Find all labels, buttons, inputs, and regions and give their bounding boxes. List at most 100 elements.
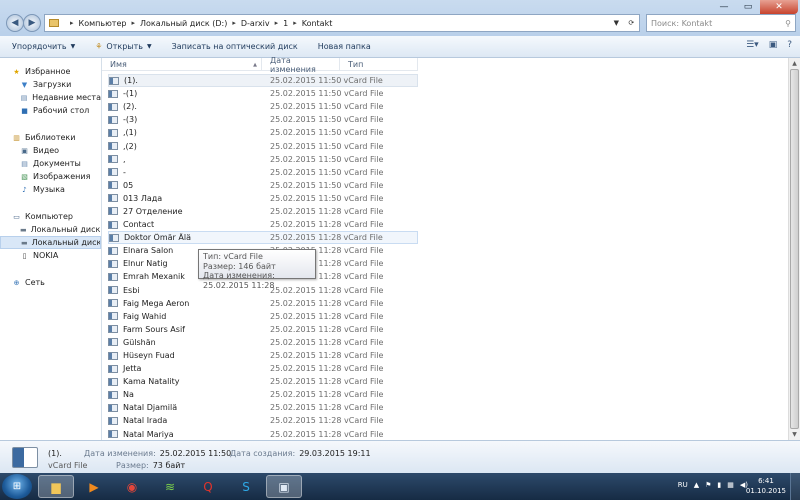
scroll-thumb[interactable] [790,69,799,429]
search-input[interactable]: Поиск: Kontakt ⚲ [646,14,796,32]
table-row[interactable]: -(3) 25.02.2015 11:50 vCard File [108,113,418,126]
nav-network[interactable]: ⊕ Сеть [0,276,101,289]
taskbar-skype[interactable]: S [228,475,264,498]
table-row[interactable]: 05 25.02.2015 11:50 vCard File [108,179,418,192]
nav-downloads[interactable]: ▼ Загрузки [0,78,101,91]
scroll-down-icon[interactable]: ▼ [789,429,800,440]
breadcrumb-separator-icon[interactable]: ▸ [131,19,135,27]
language-indicator[interactable]: RU [678,481,688,489]
navigation-pane: ★ Избранное ▼ Загрузки ▤ Недавние места ■ Ра… [0,58,102,440]
table-row[interactable]: Jetta 25.02.2015 11:28 vCard File [108,362,418,375]
clock[interactable]: 6:41 01.10.2015 [746,476,786,496]
chevron-down-icon[interactable]: ▼ [614,19,619,27]
table-row[interactable]: Natal Djamilä 25.02.2015 11:28 vCard File [108,401,418,414]
open-button[interactable]: ⚘ Открыть ▼ [95,42,151,51]
table-row[interactable]: 27 Отделение 25.02.2015 11:28 vCard File [108,205,418,218]
preview-pane-icon[interactable]: ▣ [769,40,778,50]
table-row[interactable]: ,(1) 25.02.2015 11:50 vCard File [108,126,418,139]
start-button[interactable]: ⊞ [2,474,32,499]
nav-music[interactable]: ♪ Музыка [0,183,101,196]
new-folder-button[interactable]: Новая папка [318,42,371,51]
taskbar-app[interactable]: ▣ [266,475,302,498]
breadcrumb-separator-icon[interactable]: ▸ [275,19,279,27]
taskbar-network-app[interactable]: ≋ [152,475,188,498]
nav-video[interactable]: ▣ Видео [0,144,101,157]
breadcrumb-1[interactable]: 1 [283,19,288,28]
column-type[interactable]: Тип [340,58,418,71]
table-row[interactable]: Kama Natality 25.02.2015 11:28 vCard File [108,375,418,388]
table-row[interactable]: - 25.02.2015 11:50 vCard File [108,166,418,179]
table-row[interactable]: Natal Irada 25.02.2015 11:28 vCard File [108,414,418,427]
nav-computer[interactable]: ▭ Компьютер [0,210,101,223]
nav-desktop[interactable]: ■ Рабочий стол [0,104,101,117]
column-name-label: Имя [110,60,127,69]
maximize-button[interactable]: ▭ [736,0,760,14]
table-row[interactable]: (1). 25.02.2015 11:50 vCard File [108,74,418,88]
file-date: 25.02.2015 11:50 [270,115,342,125]
search-icon: ⚲ [785,18,791,28]
breadcrumb-separator-icon[interactable]: ▸ [232,19,236,27]
nav-images[interactable]: ▧ Изображения [0,170,101,183]
minimize-button[interactable]: — [712,0,736,14]
system-tray: RU ▲ ⚑ ▮ ▦ ◀) [678,481,748,489]
close-button[interactable]: ✕ [760,0,798,14]
power-icon[interactable]: ▮ [717,481,721,489]
table-row[interactable]: Faig Wahid 25.02.2015 11:28 vCard File [108,310,418,323]
table-row[interactable]: Faig Mega Aeron 25.02.2015 11:28 vCard Fil… [108,297,418,310]
file-name-text: Elnur Natig [123,259,168,269]
help-icon[interactable]: ? [787,40,792,50]
flag-icon[interactable]: ⚑ [705,481,711,489]
vcard-icon [108,416,118,425]
table-row[interactable]: Gülshän 25.02.2015 11:28 vCard File [108,336,418,349]
chrome-icon: ◉ [126,479,138,494]
back-button[interactable]: ◀ [6,14,24,32]
show-desktop-button[interactable] [790,473,800,500]
table-row[interactable]: Contact 25.02.2015 11:28 vCard File [108,218,418,231]
breadcrumb-separator-icon[interactable]: ▸ [70,19,74,27]
nav-disk-d[interactable]: ▬Локальный диск (D [0,236,101,249]
scrollbar[interactable]: ▲ ▼ [788,58,800,440]
table-row[interactable]: Doktor Ömär Älä 25.02.2015 11:28 vCard Fil… [108,231,418,245]
breadcrumb-d-arxiv[interactable]: D-arxiv [241,19,270,28]
breadcrumb-disk-d[interactable]: Локальный диск (D:) [140,19,227,28]
address-bar[interactable]: ▸ Компьютер ▸ Локальный диск (D:) ▸ D-ar… [44,14,640,32]
table-row[interactable]: Natal Mariya 25.02.2015 11:28 vCard File [108,428,418,441]
table-row[interactable]: Hüseyn Fuad 25.02.2015 11:28 vCard File [108,349,418,362]
network-tray-icon[interactable]: ▦ [727,481,734,489]
table-row[interactable]: 013 Лада 25.02.2015 11:50 vCard File [108,192,418,205]
network-icon: ⊕ [13,278,20,287]
nav-recent[interactable]: ▤ Недавние места [0,91,101,104]
table-row[interactable]: -(1) 25.02.2015 11:50 vCard File [108,87,418,100]
breadcrumb-computer[interactable]: Компьютер [79,19,127,28]
nav-label: Компьютер [25,212,73,221]
view-options-icon[interactable]: ☰▾ [746,40,759,50]
table-row[interactable]: ,(2) 25.02.2015 11:50 vCard File [108,139,418,152]
forward-button[interactable]: ▶ [23,14,41,32]
table-row[interactable]: (2). 25.02.2015 11:50 vCard File [108,100,418,113]
table-row[interactable]: , 25.02.2015 11:50 vCard File [108,153,418,166]
table-row[interactable]: Farm Sours Asif 25.02.2015 11:28 vCard Fil… [108,323,418,336]
nav-disk-c[interactable]: ▬Локальный диск (C [0,223,101,236]
taskbar-explorer[interactable]: ▆ [38,475,74,498]
file-name-text: Contact [123,220,155,230]
file-name: (1). [109,76,270,85]
nav-documents[interactable]: ▤ Документы [0,157,101,170]
burn-button[interactable]: Записать на оптический диск [172,42,298,51]
nav-nokia[interactable]: ▯ NOKIA [0,249,101,262]
breadcrumb-separator-icon[interactable]: ▸ [293,19,297,27]
taskbar-chrome[interactable]: ◉ [114,475,150,498]
nav-libraries[interactable]: ▥ Библиотеки [0,131,101,144]
file-date: 25.02.2015 11:28 [270,390,342,400]
column-date[interactable]: Дата изменения [262,56,340,74]
table-row[interactable]: Na 25.02.2015 11:28 vCard File [108,388,418,401]
refresh-icon[interactable]: ⟳ [628,19,634,27]
column-name[interactable]: Имя ▲ [102,58,262,71]
taskbar-search-app[interactable]: Q [190,475,226,498]
taskbar-media-player[interactable]: ▶ [76,475,112,498]
nav-label: Избранное [25,67,71,76]
tray-expand-icon[interactable]: ▲ [694,481,699,489]
organize-button[interactable]: Упорядочить ▼ [12,42,75,51]
nav-favorites[interactable]: ★ Избранное [0,65,101,78]
breadcrumb-kontakt[interactable]: Kontakt [302,19,333,28]
scroll-up-icon[interactable]: ▲ [789,58,800,69]
